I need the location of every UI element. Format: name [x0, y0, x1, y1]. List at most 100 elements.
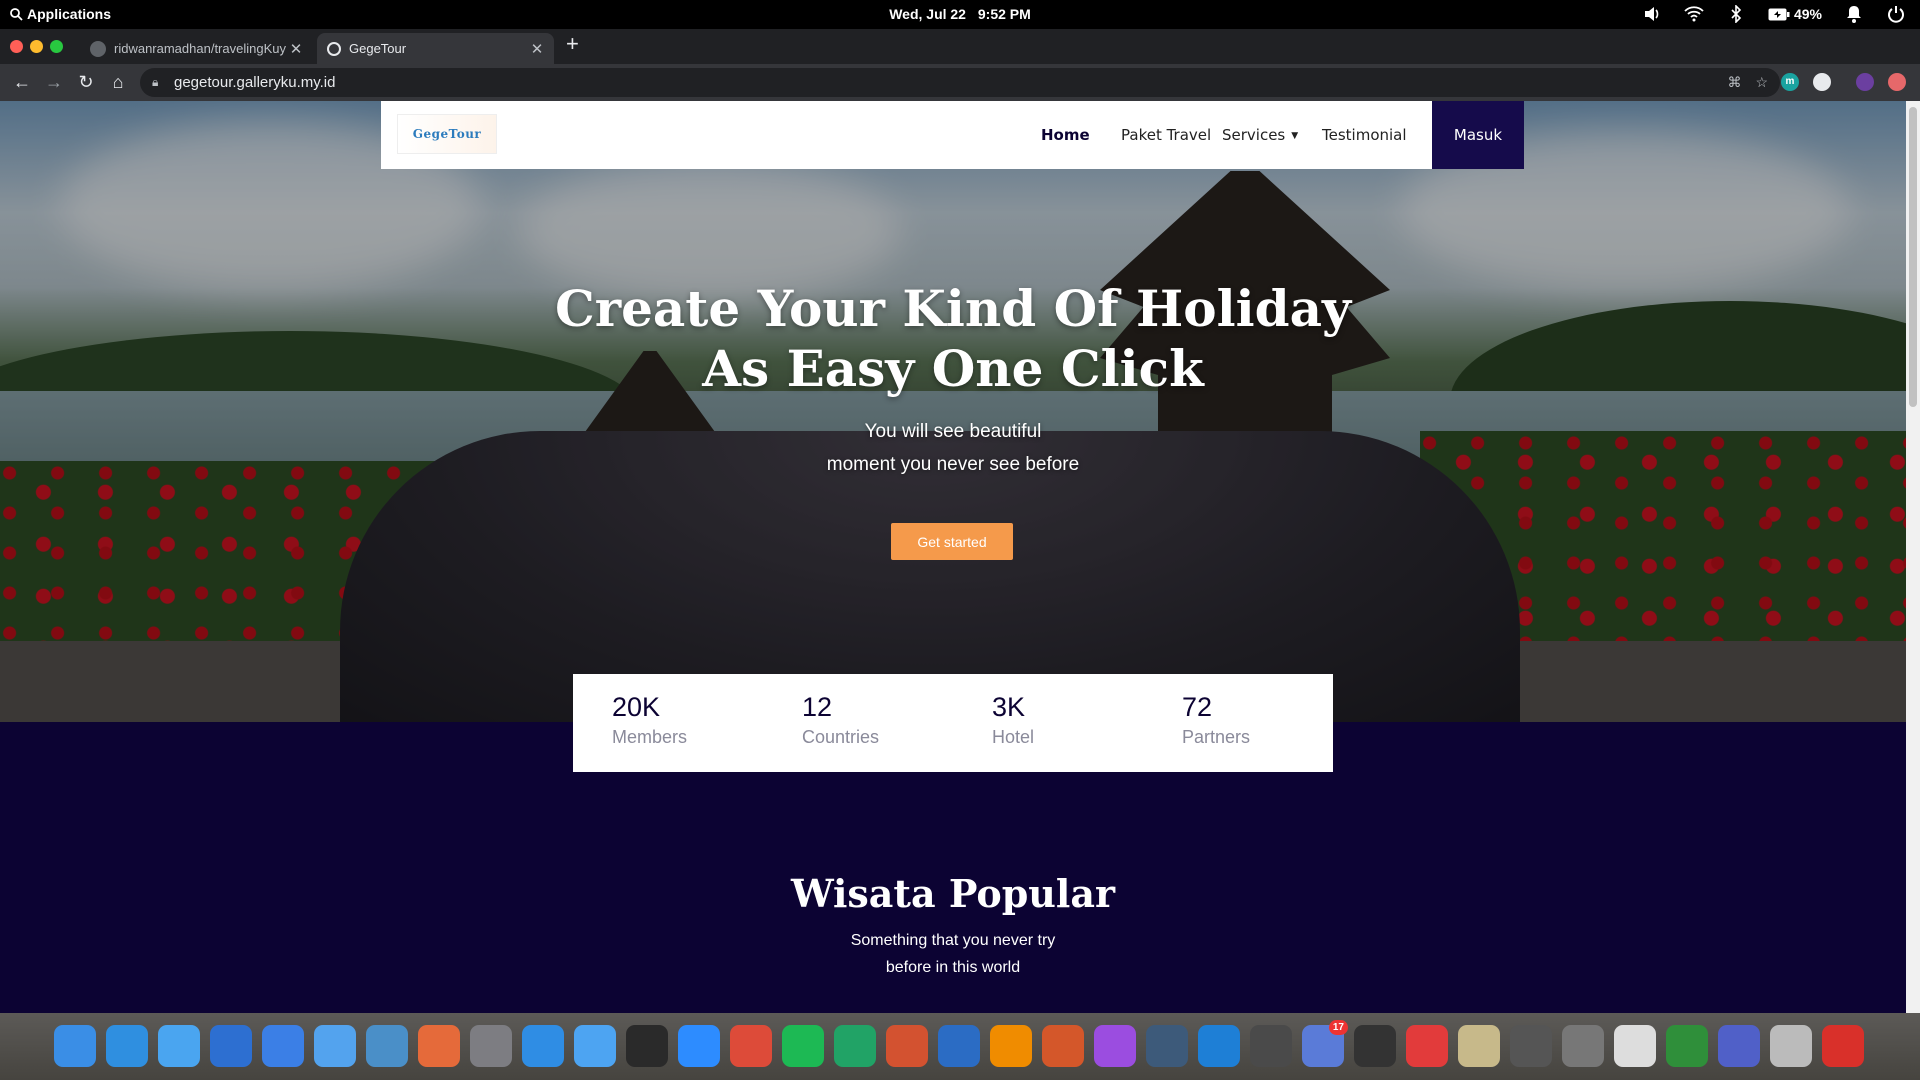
github-icon: [90, 40, 106, 57]
reload-button[interactable]: ↻: [74, 70, 98, 94]
window-minimize-button[interactable]: [30, 40, 43, 53]
shield-extension-icon[interactable]: [1813, 73, 1831, 91]
section-subtitle: Something that you never try before in t…: [0, 927, 1906, 981]
calendar-icon[interactable]: [210, 1025, 252, 1067]
tab-github[interactable]: ridwanramadhan/travelingKuy ✕: [80, 33, 313, 64]
browser-tab-strip: ridwanramadhan/travelingKuy ✕ GegeTour ✕…: [0, 29, 1920, 64]
camera-icon[interactable]: [366, 1025, 408, 1067]
nav-home[interactable]: Home: [1041, 126, 1090, 144]
page-scrollbar[interactable]: [1906, 101, 1920, 1013]
address-bar[interactable]: 🔒︎ gegetour.galleryku.my.id ⌘ ☆: [140, 68, 1780, 97]
back-button[interactable]: ←: [10, 70, 34, 94]
window-close-button[interactable]: [10, 40, 23, 53]
stat-value: 72: [1182, 692, 1213, 722]
stats-card: 20K Members 12 Countries 3K Hotel 72 Par…: [573, 674, 1333, 772]
forward-button[interactable]: →: [42, 70, 66, 94]
power-icon[interactable]: [1886, 4, 1906, 24]
hero-subtitle-line: moment you never see before: [826, 454, 1080, 475]
bluetooth-icon[interactable]: [1726, 4, 1746, 24]
screen-recorder-icon[interactable]: [1354, 1025, 1396, 1067]
notification-badge: 17: [1328, 1020, 1348, 1035]
terminal-icon[interactable]: [626, 1025, 668, 1067]
translate-icon[interactable]: ⌘: [1727, 68, 1741, 97]
masuk-button[interactable]: Masuk: [1432, 101, 1524, 169]
site-navbar: GegeTour Home Paket Travel Services ▼ Tes…: [381, 101, 1524, 169]
section-title: Wisata Popular: [790, 871, 1116, 916]
close-tab-icon[interactable]: ✕: [528, 40, 546, 58]
notes-icon[interactable]: [158, 1025, 200, 1067]
photos-icon[interactable]: [418, 1025, 460, 1067]
tab-gegetour[interactable]: GegeTour ✕: [317, 33, 554, 64]
video-icon[interactable]: [314, 1025, 356, 1067]
krita-icon[interactable]: [1094, 1025, 1136, 1067]
gitkraken-icon[interactable]: [1042, 1025, 1084, 1067]
scissors-icon[interactable]: [1562, 1025, 1604, 1067]
globe-icon: [327, 41, 341, 56]
nav-services-label: Services: [1222, 126, 1286, 144]
time-label: 9:52 PM: [977, 6, 1031, 22]
nav-testimonial[interactable]: Testimonial: [1322, 126, 1407, 144]
pdf-icon[interactable]: [1822, 1025, 1864, 1067]
bookmark-star-icon[interactable]: ☆: [1755, 68, 1768, 97]
spreadsheet-icon[interactable]: [834, 1025, 876, 1067]
update-extension-icon[interactable]: [1888, 73, 1906, 91]
discord-icon[interactable]: 17: [1302, 1020, 1348, 1067]
nav-services-dropdown[interactable]: Services ▼: [1222, 126, 1298, 144]
hero-overlay: [0, 101, 1906, 722]
lock-icon[interactable]: 🔒︎: [152, 68, 158, 97]
dock: 17: [0, 1013, 1920, 1080]
window-icon[interactable]: [1718, 1025, 1760, 1067]
notification-bell-icon[interactable]: [1844, 4, 1864, 24]
m-extension-icon[interactable]: m: [1781, 73, 1799, 91]
scrollbar-thumb[interactable]: [1909, 107, 1917, 407]
close-tab-icon[interactable]: ✕: [287, 40, 305, 58]
safari-icon[interactable]: [106, 1025, 148, 1067]
browser-toolbar: ← → ↻ ⌂ 🔒︎ gegetour.galleryku.my.id ⌘ ☆ …: [0, 64, 1920, 101]
hero-section: Create Your Kind Of Holiday As Easy One …: [0, 101, 1906, 722]
home-button[interactable]: ⌂: [106, 70, 130, 94]
paint-brush-icon[interactable]: [1458, 1025, 1500, 1067]
wifi-icon[interactable]: [1684, 4, 1704, 24]
hero-subtitle: You will see beautiful moment you never …: [0, 415, 1906, 481]
writer-icon[interactable]: [938, 1025, 980, 1067]
volume-icon[interactable]: [1642, 4, 1662, 24]
battery-percent: 49%: [1793, 6, 1822, 22]
stat-value: 12: [802, 692, 833, 722]
stat-label: Partners: [1182, 727, 1251, 747]
hero-title-line: Create Your Kind Of Holiday: [554, 279, 1352, 338]
profile-avatar[interactable]: [1856, 73, 1874, 91]
settings-icon[interactable]: [470, 1025, 512, 1067]
chrome-icon[interactable]: [730, 1025, 772, 1067]
zoom-icon[interactable]: [678, 1025, 720, 1067]
download-icon[interactable]: [522, 1025, 564, 1067]
tab-title: ridwanramadhan/travelingKuy: [114, 41, 286, 56]
monitor-icon[interactable]: [1510, 1025, 1552, 1067]
new-tab-button[interactable]: +: [566, 31, 579, 57]
music-icon[interactable]: [262, 1025, 304, 1067]
sublime-icon[interactable]: [1250, 1025, 1292, 1067]
clock-icon[interactable]: [1614, 1025, 1656, 1067]
record-icon[interactable]: [1406, 1025, 1448, 1067]
hero-title-line: As Easy One Click: [702, 339, 1204, 398]
stat-value: 20K: [612, 692, 661, 722]
steam-icon[interactable]: [1146, 1025, 1188, 1067]
globe-icon[interactable]: [1666, 1025, 1708, 1067]
nav-paket-travel[interactable]: Paket Travel: [1121, 126, 1211, 144]
caret-down-icon: ▼: [1291, 130, 1299, 141]
spotify-icon[interactable]: [782, 1025, 824, 1067]
vscode-icon[interactable]: [1198, 1025, 1240, 1067]
finder-icon[interactable]: [574, 1025, 616, 1067]
hero-subtitle-line: You will see beautiful: [864, 421, 1042, 442]
stat-label: Hotel: [992, 727, 1035, 747]
battery-icon[interactable]: 49%: [1768, 4, 1822, 24]
tab-title: GegeTour: [349, 41, 407, 56]
launchpad-icon[interactable]: [54, 1025, 96, 1067]
get-started-button[interactable]: Get started: [891, 523, 1013, 560]
stat-label: Countries: [802, 727, 880, 747]
trash-icon[interactable]: [1770, 1025, 1812, 1067]
stat-countries: 12 Countries: [802, 692, 982, 748]
window-maximize-button[interactable]: [50, 40, 63, 53]
presentation-icon[interactable]: [886, 1025, 928, 1067]
vlc-icon[interactable]: [990, 1025, 1032, 1067]
clock[interactable]: Wed, Jul 22 9:52 PM: [0, 6, 1920, 22]
